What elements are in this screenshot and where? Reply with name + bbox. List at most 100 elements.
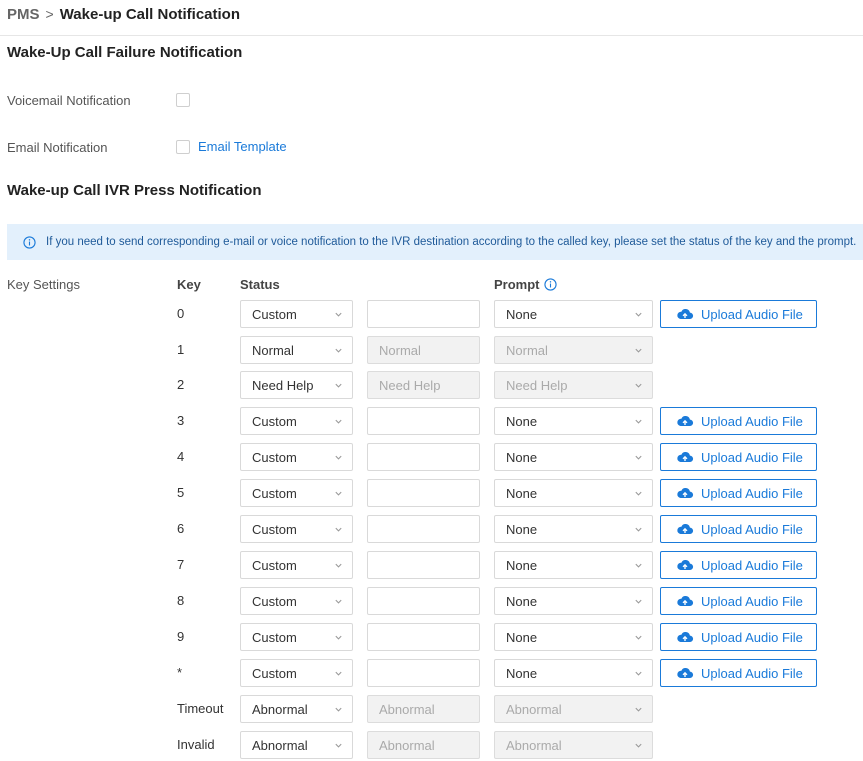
status-select[interactable]: Abnormal xyxy=(240,695,353,723)
chevron-down-icon xyxy=(335,527,342,532)
prompt-select-value: None xyxy=(506,521,538,537)
upload-audio-button[interactable]: Upload Audio File xyxy=(660,479,817,507)
upload-audio-button[interactable]: Upload Audio File xyxy=(660,551,817,579)
status-select-value: Custom xyxy=(252,413,297,429)
breadcrumb-root[interactable]: PMS xyxy=(7,6,40,23)
upload-audio-button[interactable]: Upload Audio File xyxy=(660,407,817,435)
prompt-column-header: Prompt xyxy=(494,277,557,292)
upload-audio-button[interactable]: Upload Audio File xyxy=(660,443,817,471)
upload-audio-button[interactable]: Upload Audio File xyxy=(660,659,817,687)
status-select[interactable]: Custom xyxy=(240,515,353,543)
chevron-down-icon xyxy=(335,383,342,388)
chevron-down-icon xyxy=(635,419,642,424)
info-banner-text: If you need to send corresponding e-mail… xyxy=(46,236,857,248)
voicemail-notification-checkbox[interactable] xyxy=(176,93,190,107)
failure-section-title: Wake-Up Call Failure Notification xyxy=(7,44,243,61)
prompt-select: Need Help xyxy=(494,371,653,399)
status-select-value: Need Help xyxy=(252,377,314,393)
status-select[interactable]: Custom xyxy=(240,551,353,579)
prompt-select[interactable]: None xyxy=(494,587,653,615)
chevron-down-icon xyxy=(335,455,342,460)
prompt-select-value: Abnormal xyxy=(506,701,562,717)
cloud-upload-icon xyxy=(677,632,694,642)
email-notification-checkbox[interactable] xyxy=(176,140,190,154)
status-select[interactable]: Custom xyxy=(240,587,353,615)
chevron-down-icon xyxy=(335,707,342,712)
prompt-info-icon[interactable] xyxy=(543,278,557,291)
status-select[interactable]: Custom xyxy=(240,623,353,651)
status-select-value: Custom xyxy=(252,665,297,681)
prompt-select[interactable]: None xyxy=(494,551,653,579)
chevron-down-icon xyxy=(635,635,642,640)
chevron-down-icon xyxy=(335,743,342,748)
prompt-select[interactable]: None xyxy=(494,443,653,471)
prompt-select-value: Abnormal xyxy=(506,737,562,753)
prompt-select[interactable]: None xyxy=(494,479,653,507)
status-text-value: Abnormal xyxy=(379,737,435,753)
prompt-select-value: Normal xyxy=(506,342,548,358)
status-text-input: Abnormal xyxy=(367,695,480,723)
cloud-upload-icon xyxy=(677,524,694,534)
upload-audio-button[interactable]: Upload Audio File xyxy=(660,623,817,651)
status-select[interactable]: Abnormal xyxy=(240,731,353,759)
chevron-down-icon xyxy=(635,383,642,388)
key-label: 7 xyxy=(177,557,185,572)
status-select[interactable]: Normal xyxy=(240,336,353,364)
status-select[interactable]: Custom xyxy=(240,300,353,328)
ivr-section-title: Wake-up Call IVR Press Notification xyxy=(7,182,262,199)
status-select-value: Abnormal xyxy=(252,701,308,717)
page-title: Wake-up Call Notification xyxy=(59,5,240,23)
upload-audio-label: Upload Audio File xyxy=(701,485,803,501)
status-text-input[interactable] xyxy=(367,407,480,435)
cloud-upload-icon xyxy=(677,488,694,498)
status-select[interactable]: Custom xyxy=(240,407,353,435)
prompt-select[interactable]: None xyxy=(494,515,653,543)
status-text-input[interactable] xyxy=(367,587,480,615)
breadcrumb: PMS > Wake-up Call Notification xyxy=(7,4,240,24)
upload-audio-label: Upload Audio File xyxy=(701,306,803,322)
status-select[interactable]: Need Help xyxy=(240,371,353,399)
info-banner: If you need to send corresponding e-mail… xyxy=(7,224,863,260)
upload-audio-button[interactable]: Upload Audio File xyxy=(660,587,817,615)
key-label: 9 xyxy=(177,629,185,644)
cloud-upload-icon xyxy=(677,452,694,462)
status-column-header: Status xyxy=(240,277,280,292)
status-text-input[interactable] xyxy=(367,623,480,651)
prompt-select[interactable]: None xyxy=(494,623,653,651)
prompt-select[interactable]: None xyxy=(494,300,653,328)
cloud-upload-icon xyxy=(677,668,694,678)
status-select-value: Custom xyxy=(252,521,297,537)
status-select[interactable]: Custom xyxy=(240,479,353,507)
key-label: 6 xyxy=(177,521,185,536)
cloud-upload-icon xyxy=(677,560,694,570)
upload-audio-label: Upload Audio File xyxy=(701,629,803,645)
cloud-upload-icon xyxy=(677,416,694,426)
chevron-down-icon xyxy=(335,671,342,676)
header-divider xyxy=(0,35,863,36)
cloud-upload-icon xyxy=(677,309,694,319)
status-select[interactable]: Custom xyxy=(240,659,353,687)
chevron-down-icon xyxy=(635,743,642,748)
chevron-down-icon xyxy=(335,599,342,604)
status-select-value: Custom xyxy=(252,629,297,645)
status-text-value: Abnormal xyxy=(379,701,435,717)
status-select[interactable]: Custom xyxy=(240,443,353,471)
status-text-input[interactable] xyxy=(367,443,480,471)
status-text-input[interactable] xyxy=(367,300,480,328)
key-label: 4 xyxy=(177,449,185,464)
prompt-select-value: None xyxy=(506,557,538,573)
prompt-select[interactable]: None xyxy=(494,407,653,435)
upload-audio-button[interactable]: Upload Audio File xyxy=(660,515,817,543)
status-text-input[interactable] xyxy=(367,659,480,687)
upload-audio-button[interactable]: Upload Audio File xyxy=(660,300,817,328)
prompt-select[interactable]: None xyxy=(494,659,653,687)
chevron-down-icon xyxy=(335,635,342,640)
chevron-down-icon xyxy=(635,348,642,353)
status-text-input[interactable] xyxy=(367,479,480,507)
prompt-select-value: None xyxy=(506,485,538,501)
email-notification-label: Email Notification xyxy=(7,140,108,155)
email-template-link[interactable]: Email Template xyxy=(198,139,287,154)
status-text-input[interactable] xyxy=(367,515,480,543)
status-text-input[interactable] xyxy=(367,551,480,579)
prompt-select-value: None xyxy=(506,629,538,645)
